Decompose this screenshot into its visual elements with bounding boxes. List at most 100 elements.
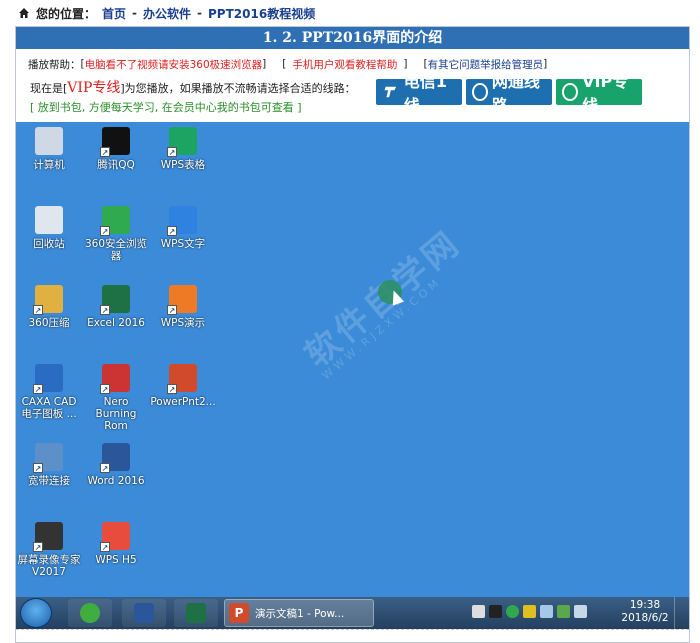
clock-time: 19:38: [629, 599, 661, 611]
app-icon: [35, 127, 63, 155]
desktop-icon-label: 360压缩: [28, 317, 70, 329]
shortcut-arrow-icon: ↗: [33, 384, 43, 394]
desktop-icon[interactable]: ↗ WPS表格: [150, 127, 216, 171]
tray-security-icon[interactable]: [523, 605, 536, 618]
show-desktop-button[interactable]: [674, 597, 689, 629]
app-icon: ↗: [167, 364, 197, 394]
mobile-help-link[interactable]: 手机用户观看教程帮助: [292, 57, 397, 72]
desktop-icon-label: 屏幕录像专家 V2017: [17, 554, 81, 578]
taskbar-powerpoint-window[interactable]: P 演示文稿1 - Pow...: [224, 599, 374, 627]
shortcut-arrow-icon: ↗: [100, 305, 110, 315]
breadcrumb-home-link[interactable]: 首页: [102, 5, 126, 22]
app-icon: ↗: [167, 127, 197, 157]
video-desktop-screen[interactable]: 软件自学网 WWW.RJZXW.COM 计算机 ↗ 腾讯QQ ↗ WPS表格 回收站 ↗ 36…: [16, 122, 689, 597]
taskbar: P 演示文稿1 - Pow... 19:38 2018/6/2: [16, 597, 689, 629]
app-icon: ↗: [100, 522, 130, 552]
desktop-icon[interactable]: ↗ CAXA CAD 电子图板 ...: [16, 364, 82, 420]
desktop-icon-label: WPS H5: [95, 554, 137, 566]
line-text-after: ]为您播放，如果播放不流畅请选择合适的线路：: [120, 82, 356, 95]
bracket: [: [282, 58, 287, 70]
tray-network-icon[interactable]: [574, 605, 587, 618]
desktop-icon[interactable]: ↗ 屏幕录像专家 V2017: [16, 522, 82, 578]
excel-icon: [186, 603, 206, 623]
tray-shield-icon[interactable]: [506, 605, 519, 618]
shortcut-arrow-icon: ↗: [100, 226, 110, 236]
desktop-icon-label: 360安全浏览器: [84, 238, 148, 262]
desktop-icon[interactable]: ↗ WPS文字: [150, 206, 216, 250]
home-icon: [19, 8, 29, 18]
desktop-icon-label: 回收站: [33, 238, 65, 250]
tray-app-icon[interactable]: [472, 605, 485, 618]
shortcut-arrow-icon: ↗: [167, 305, 177, 315]
vip-line-label: VIP专线: [67, 80, 121, 96]
bookmark-hint[interactable]: [ 放到书包, 方便每天学习, 在会员中心我的书包可查看 ]: [30, 99, 302, 115]
line-button-vip[interactable]: VIP专线: [556, 72, 642, 115]
desktop-icon-label: CAXA CAD 电子图板 ...: [21, 396, 77, 420]
line-button-label: 网通线路: [491, 72, 540, 115]
app-icon: ↗: [33, 443, 63, 473]
breadcrumb-separator: -: [197, 6, 203, 20]
player-bottom-bar: [16, 629, 689, 642]
app-icon: ↗: [100, 443, 130, 473]
desktop-icon[interactable]: ↗ 360安全浏览器: [83, 206, 149, 262]
line-button-netcom[interactable]: 网通线路: [466, 72, 552, 115]
taskbar-excel-button[interactable]: [174, 599, 218, 627]
desktop-icon[interactable]: ↗ Word 2016: [83, 443, 149, 487]
bracket: ]: [262, 58, 267, 70]
desktop-icon-label: WPS表格: [160, 159, 206, 171]
shortcut-arrow-icon: ↗: [100, 542, 110, 552]
app-icon: [35, 206, 63, 234]
desktop-icon[interactable]: ↗ WPS H5: [83, 522, 149, 566]
shortcut-arrow-icon: ↗: [33, 305, 43, 315]
browser-icon: [80, 603, 100, 623]
line-button-telecom[interactable]: 电信1线: [376, 72, 462, 115]
desktop-icon-label: WPS演示: [160, 317, 206, 329]
taskbar-browser-button[interactable]: [68, 599, 112, 627]
desktop-icon[interactable]: 计算机: [16, 127, 82, 171]
breadcrumb-prefix: 您的位置：: [36, 6, 97, 21]
clock-date: 2018/6/2: [621, 612, 669, 624]
shortcut-arrow-icon: ↗: [100, 384, 110, 394]
start-button[interactable]: [20, 598, 52, 628]
desktop-icon[interactable]: 回收站: [16, 206, 82, 250]
desktop-icon[interactable]: ↗ Nero Burning Rom: [83, 364, 149, 432]
breadcrumb-course-link[interactable]: PPT2016教程视频: [208, 5, 315, 22]
desktop-icon-label: 宽带连接: [28, 475, 70, 487]
desktop-icon[interactable]: ↗ 腾讯QQ: [83, 127, 149, 171]
taskbar-word-button[interactable]: [122, 599, 166, 627]
tray-volume-icon[interactable]: [540, 605, 553, 618]
shortcut-arrow-icon: ↗: [167, 384, 177, 394]
taskbar-clock[interactable]: 19:38 2018/6/2: [620, 599, 670, 625]
desktop-icon[interactable]: ↗ PowerPnt2...: [150, 364, 216, 408]
desktop-icon[interactable]: ↗ WPS演示: [150, 285, 216, 329]
word-icon: [134, 603, 154, 623]
breadcrumb-category-link[interactable]: 办公软件: [143, 5, 191, 22]
desktop-icon[interactable]: ↗ 宽带连接: [16, 443, 82, 487]
desktop-icon-label: Nero Burning Rom: [95, 396, 137, 432]
line-logo-icon: [562, 83, 579, 101]
shortcut-arrow-icon: ↗: [167, 226, 177, 236]
breadcrumb-separator: -: [132, 6, 138, 20]
app-icon: ↗: [100, 285, 130, 315]
tray-display-icon[interactable]: [557, 605, 570, 618]
help-row: 播放帮助： [ 电脑看不了视频请安装360极速浏览器 ] [ 手机用户观看教程帮…: [28, 55, 678, 73]
app-icon: ↗: [100, 364, 130, 394]
desktop-icon-label: Word 2016: [87, 475, 145, 487]
system-tray: [472, 605, 587, 618]
shortcut-arrow-icon: ↗: [100, 147, 110, 157]
shortcut-arrow-icon: ↗: [100, 463, 110, 473]
desktop-icon[interactable]: ↗ 360压缩: [16, 285, 82, 329]
desktop-icon-label: 计算机: [33, 159, 65, 171]
desktop-icon[interactable]: ↗ Excel 2016: [83, 285, 149, 329]
desktop-icon-label: Excel 2016: [87, 317, 145, 329]
tray-qq-icon[interactable]: [489, 605, 502, 618]
line-text-before: 现在是[: [30, 82, 68, 95]
app-icon: ↗: [167, 285, 197, 315]
browser-help-link[interactable]: 电脑看不了视频请安装360极速浏览器: [85, 57, 263, 72]
video-player-frame: 1. 2. PPT2016界面的介绍 播放帮助： [ 电脑看不了视频请安装360…: [15, 26, 690, 643]
help-label: 播放帮助：: [28, 58, 81, 71]
app-icon: ↗: [100, 206, 130, 236]
app-icon: ↗: [167, 206, 197, 236]
desktop-icon-label: 腾讯QQ: [97, 159, 135, 171]
desktop-icon-label: WPS文字: [160, 238, 206, 250]
